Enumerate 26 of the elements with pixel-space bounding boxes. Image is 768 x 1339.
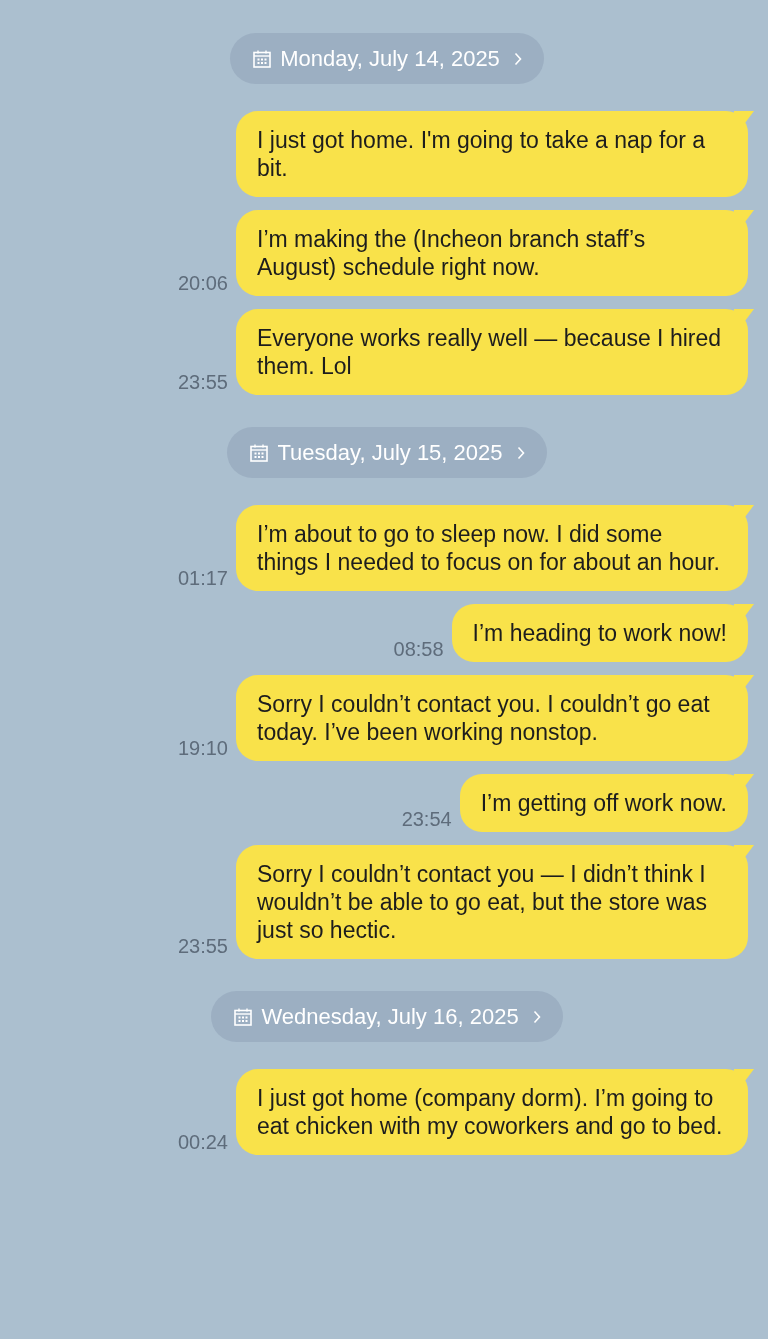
calendar-icon <box>233 1006 254 1027</box>
calendar-icon <box>252 48 273 69</box>
message-bubble: I’m about to go to sleep now. I did some things I needed to focus on for about an hour. <box>236 505 754 591</box>
chevron-icon <box>516 445 525 460</box>
message-bubble: Sorry I couldn’t contact you — I didn’t think I wouldn’t be able to go eat, but the store was just so hectic. <box>236 845 754 959</box>
chevron-icon <box>532 1009 541 1024</box>
message-time: 01:17 <box>177 567 228 590</box>
message-time: 00:24 <box>177 1131 228 1154</box>
message-bubble: I’m making the (Incheon branch staff’s August) schedule right now. <box>236 210 754 296</box>
message-bubble: I just got home (company dorm). I’m going to eat chicken with my coworkers and go to bed. <box>236 1069 754 1155</box>
message-time: 23:55 <box>177 935 228 958</box>
message-time: 23:55 <box>177 371 228 394</box>
message-bubble: I’m heading to work now! <box>451 604 754 662</box>
message-time: 08:58 <box>393 638 444 661</box>
message-bubble: Sorry I couldn’t contact you. I couldn’t go eat today. I’ve been working nonstop. <box>236 675 754 761</box>
chevron-icon <box>513 51 522 66</box>
message-time: 20:06 <box>177 272 228 295</box>
date-divider[interactable]: Monday, July 14, 2025 <box>230 33 544 84</box>
date-divider[interactable]: Tuesday, July 15, 2025 <box>227 427 547 478</box>
message-bubble: Everyone works really well — because I hired them. Lol <box>236 309 754 395</box>
message-bubble: I’m getting off work now. <box>459 774 754 832</box>
date-divider[interactable]: Wednesday, July 16, 2025 <box>211 991 563 1042</box>
calendar-icon <box>249 442 270 463</box>
message-time: 19:10 <box>177 737 228 760</box>
message-bubble: I just got home. I'm going to take a nap for a bit. <box>236 111 754 197</box>
message-time: 23:54 <box>401 808 452 831</box>
